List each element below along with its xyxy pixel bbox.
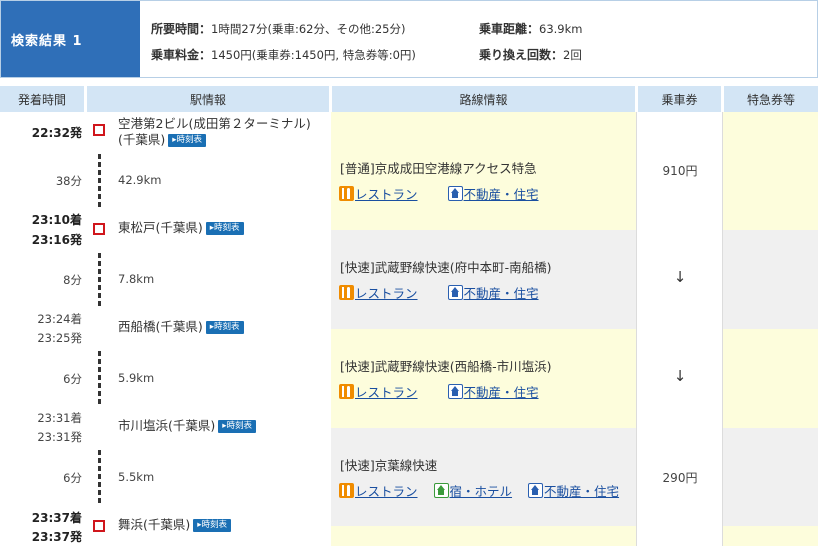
duration-value: 1時間27分(乗車:62分、その他:25分): [211, 21, 406, 36]
house-icon: [528, 483, 544, 498]
station-marker: [93, 124, 105, 136]
segment-distance: 5.9km: [118, 371, 155, 385]
duration-key: 所要時間：: [151, 21, 212, 36]
realestate-link[interactable]: 不動産・住宅: [447, 283, 539, 302]
arrival-time: 23:37着: [31, 511, 82, 525]
restaurant-link[interactable]: レストラン: [339, 283, 418, 302]
departure-time: 23:37発: [31, 530, 82, 544]
station-name: 西船橋(千葉県) ▸時刻表: [118, 319, 244, 335]
route-name[interactable]: [快速]京葉線快速: [340, 455, 437, 474]
segment-band-5: [331, 526, 818, 546]
route-line: [98, 351, 101, 407]
route-line: [98, 450, 101, 506]
departure-time: 23:25発: [37, 331, 82, 345]
station-name-line2[interactable]: (千葉県): [118, 132, 165, 147]
station-marker: [93, 520, 105, 532]
segment-distance: 5.5km: [118, 470, 155, 484]
timetable-button[interactable]: ▸時刻表: [168, 134, 207, 147]
segment-duration: 6分: [63, 372, 82, 386]
station-name-text[interactable]: 東松戸(千葉県): [118, 220, 203, 235]
route-name[interactable]: [普通]京成成田空港線アクセス特急: [340, 158, 537, 177]
hotel-link[interactable]: 宿・ホテル: [433, 481, 512, 500]
hotel-icon: [433, 483, 449, 498]
house-icon: [447, 186, 463, 201]
departure-time: 22:32発: [31, 126, 82, 140]
ticket-fare: 290円: [662, 471, 698, 485]
house-icon: [447, 285, 463, 300]
header-time: 発着時間: [0, 86, 84, 112]
route-name[interactable]: [快速]武蔵野線快速(西船橋-市川塩浜): [340, 356, 552, 375]
timetable-button[interactable]: ▸時刻表: [205, 321, 244, 334]
header-station: 駅情報: [86, 86, 329, 112]
segment-band-3: [331, 329, 818, 428]
station-name: 東松戸(千葉県) ▸時刻表: [118, 220, 244, 236]
ticket-fare: 910円: [662, 164, 698, 178]
route-links: レストラン 宿・ホテル 不動産・住宅: [339, 481, 649, 500]
route-links: レストラン 不動産・住宅: [339, 283, 569, 302]
header-route: 路線情報: [331, 86, 635, 112]
station-name: 市川塩浜(千葉県) ▸時刻表: [118, 418, 257, 434]
result-label: 検索結果 1: [1, 1, 140, 77]
header-ticket: 乗車券: [637, 86, 721, 112]
departure-time: 23:16発: [31, 233, 82, 247]
realestate-link[interactable]: 不動産・住宅: [447, 184, 539, 203]
restaurant-link[interactable]: レストラン: [339, 184, 418, 203]
station-name: 舞浜(千葉県) ▸時刻表: [118, 517, 232, 533]
restaurant-link[interactable]: レストラン: [339, 382, 418, 401]
summary-details: 所要時間：1時間27分(乗車:62分、その他:25分) 乗車距離：63.9km …: [151, 15, 811, 67]
segment-band-4: [331, 428, 818, 526]
fare-key: 乗車料金：: [151, 47, 212, 62]
timetable-button[interactable]: ▸時刻表: [205, 222, 244, 235]
segment-band-2: [331, 230, 818, 329]
timetable-button[interactable]: ▸時刻表: [193, 519, 232, 532]
arrival-time: 23:31着: [37, 411, 82, 425]
station-marker: [93, 223, 105, 235]
transfers-key: 乗り換え回数：: [479, 47, 564, 62]
route-line: [98, 253, 101, 309]
departure-time: 23:31発: [37, 430, 82, 444]
segment-distance: 42.9km: [118, 173, 162, 187]
segment-duration: 38分: [55, 174, 82, 188]
route-summary: 検索結果 1 所要時間：1時間27分(乗車:62分、その他:25分) 乗車距離：…: [0, 0, 818, 78]
arrival-time: 23:10着: [31, 213, 82, 227]
station-name-text[interactable]: 舞浜(千葉県): [118, 517, 190, 532]
route-links: レストラン 不動産・住宅: [339, 382, 569, 401]
house-icon: [447, 384, 463, 399]
transfers-value: 2回: [563, 47, 582, 62]
timetable-button[interactable]: ▸時刻表: [218, 420, 257, 433]
distance-value: 63.9km: [539, 21, 583, 36]
route-line: [98, 154, 101, 210]
station-name-text[interactable]: 市川塩浜(千葉県): [118, 418, 215, 433]
header-express: 特急券等: [723, 86, 818, 112]
station-name-text[interactable]: 西船橋(千葉県): [118, 319, 203, 334]
segment-duration: 8分: [63, 273, 82, 287]
segment-duration: 6分: [63, 471, 82, 485]
distance-key: 乗車距離：: [479, 21, 540, 36]
route-name[interactable]: [快速]武蔵野線快速(府中本町-南船橋): [340, 257, 552, 276]
route-links: レストラン 不動産・住宅: [339, 184, 569, 203]
arrival-time: 23:24着: [37, 312, 82, 326]
fare-value: 1450円(乗車券:1450円, 特急券等:0円): [211, 47, 416, 62]
station-name-line1[interactable]: 空港第2ビル(成田第２ターミナル): [118, 116, 311, 132]
segment-distance: 7.8km: [118, 272, 155, 286]
fare-continue-arrow: ↓: [673, 367, 687, 385]
restaurant-link[interactable]: レストラン: [339, 481, 418, 500]
realestate-link[interactable]: 不動産・住宅: [528, 481, 619, 500]
fare-continue-arrow: ↓: [673, 268, 687, 286]
restaurant-icon: [339, 186, 354, 201]
restaurant-icon: [339, 483, 354, 498]
station-name: 空港第2ビル(成田第２ターミナル) (千葉県) ▸時刻表: [118, 116, 311, 148]
restaurant-icon: [339, 384, 354, 399]
realestate-link[interactable]: 不動産・住宅: [447, 382, 539, 401]
restaurant-icon: [339, 285, 354, 300]
